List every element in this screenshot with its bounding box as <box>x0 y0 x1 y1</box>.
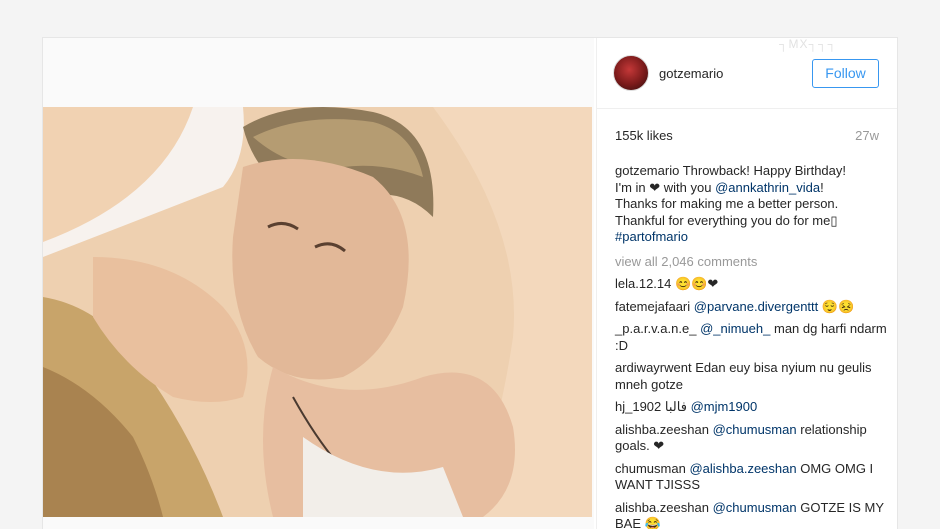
comment-list: lela.12.14 😊😊❤ fatemejafaari @parvane.di… <box>615 276 890 529</box>
post-age[interactable]: 27w <box>855 128 879 143</box>
comment-username[interactable]: lela.12.14 <box>615 276 671 291</box>
post-header: gotzemario ┐MX┐┐┐ Follow <box>597 37 897 109</box>
comment-mention[interactable]: @chumusman <box>713 422 797 437</box>
comment-username[interactable]: _p.a.r.v.a.n.e_ <box>615 321 696 336</box>
comment-username[interactable]: chumusman <box>615 461 686 476</box>
comment-item: hj_1902 فالبا @mjm1900 <box>615 399 890 416</box>
comment-username[interactable]: fatemejafaari <box>615 299 690 314</box>
caption-text-1: Throwback! Happy Birthday! <box>682 163 846 178</box>
caption-hashtag[interactable]: #partofmario <box>615 229 885 246</box>
comment-item: ardiwayrwent Edan euy bisa nyium nu geul… <box>615 360 890 393</box>
avatar[interactable] <box>613 55 649 91</box>
comment-username[interactable]: hj_1902 <box>615 399 661 414</box>
comment-mention[interactable]: @chumusman <box>713 500 797 515</box>
comment-item: chumusman @alishba.zeeshan OMG OMG I WAN… <box>615 461 890 494</box>
caption-line-2: I'm in ❤ with you @annkathrin_vida! <box>615 180 885 197</box>
caption-text-2b: ! <box>820 179 824 195</box>
watermark-logo: ┐MX┐┐┐ <box>779 37 838 51</box>
follow-button[interactable]: Follow <box>812 59 879 88</box>
comment-username[interactable]: alishba.zeeshan <box>615 500 709 515</box>
caption-text-2: I'm in ❤ with you <box>615 179 716 195</box>
comment-mention[interactable]: @mjm1900 <box>691 399 758 414</box>
comment-item: _p.a.r.v.a.n.e_ @_nimueh_ man dg harfi n… <box>615 321 890 354</box>
comment-mention[interactable]: @alishba.zeeshan <box>689 461 796 476</box>
photo-area <box>43 38 594 529</box>
comment-mention[interactable]: @_nimueh_ <box>700 321 770 336</box>
comment-text: 😊😊❤ <box>675 276 719 291</box>
post-side-panel: gotzemario ┐MX┐┐┐ Follow 155k likes 27w … <box>596 37 897 529</box>
caption-line-3: Thanks for making me a better person. <box>615 196 839 211</box>
post-photo[interactable] <box>43 107 592 517</box>
comment-item: lela.12.14 😊😊❤ <box>615 276 890 293</box>
comment-item: alishba.zeeshan @chumusman GOTZE IS MY B… <box>615 500 890 529</box>
view-all-comments[interactable]: view all 2,046 comments <box>615 254 757 269</box>
likes-count[interactable]: 155k likes <box>615 128 673 143</box>
comment-mention[interactable]: @parvane.divergenttt <box>694 299 819 314</box>
caption-line-1: gotzemario Throwback! Happy Birthday! <box>615 163 885 180</box>
username-link[interactable]: gotzemario <box>659 66 723 81</box>
caption-mention[interactable]: @annkathrin_vida <box>715 180 820 195</box>
post-caption: gotzemario Throwback! Happy Birthday! I'… <box>615 163 885 246</box>
caption-username[interactable]: gotzemario <box>615 163 679 178</box>
comment-username[interactable]: ardiwayrwent <box>615 360 692 375</box>
comment-username[interactable]: alishba.zeeshan <box>615 422 709 437</box>
comment-item: alishba.zeeshan @chumusman relationship … <box>615 422 890 455</box>
comment-text: فالبا <box>664 399 687 414</box>
instagram-post: gotzemario ┐MX┐┐┐ Follow 155k likes 27w … <box>42 37 898 529</box>
comment-item: fatemejafaari @parvane.divergenttt 😌😣 <box>615 299 890 316</box>
caption-line-4: Thankful for everything you do for me▯ <box>615 212 838 228</box>
comment-text: 😌😣 <box>821 298 855 314</box>
photo-illustration <box>43 107 592 517</box>
